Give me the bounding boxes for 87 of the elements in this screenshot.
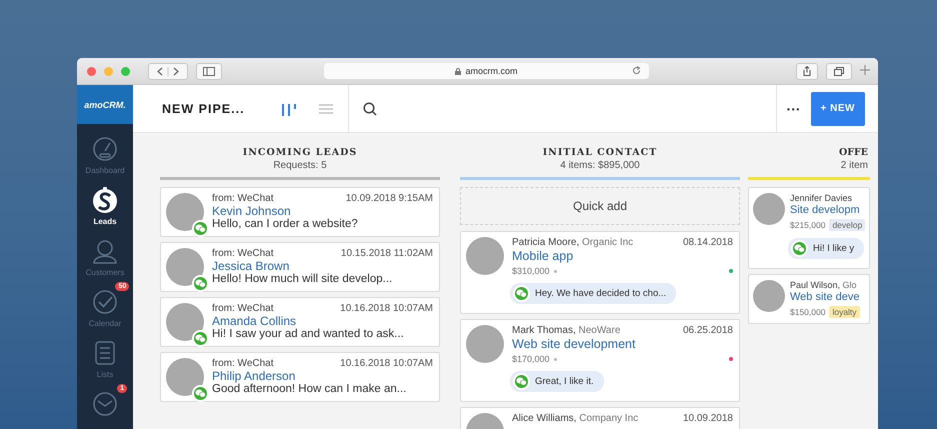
message-bubble: Hey. We have decided to cho...: [510, 283, 676, 304]
lead-card[interactable]: from: WeChat 10.16.2018 10:07AM Philip Anderson Good afternoon! How can I make an...: [160, 352, 440, 402]
message-preview: Hello! How much will site develop...: [212, 273, 394, 285]
lead-source: from: WeChat: [212, 248, 274, 259]
pipeline-title[interactable]: NEW PIPE...: [162, 102, 270, 116]
lead-source: from: WeChat: [212, 193, 274, 204]
sidebar-item[interactable]: Dashboard: [77, 129, 133, 175]
lead-source: from: WeChat: [212, 303, 274, 314]
deal-date: 10.09.2018: [682, 413, 733, 424]
chat-bubble-icon: [791, 240, 808, 257]
avatar: [466, 237, 504, 275]
deal-card[interactable]: Jennifer Davies Site developm $215,000 develop Hi! I like y: [748, 187, 870, 269]
deal-price: $170,000: [512, 354, 550, 364]
lead-card[interactable]: from: WeChat 10.15.2018 11:02AM Jessica Brown Hello! How much will site develop...: [160, 242, 440, 292]
lead-time: 10.15.2018 11:02AM: [340, 248, 433, 259]
contact-name[interactable]: Philip Anderson: [212, 369, 433, 383]
avatar: [753, 280, 785, 312]
message-bubble: Great, I like it.: [510, 371, 604, 392]
lead-time: 10.16.2018 10:07AM: [340, 303, 433, 314]
deal-card[interactable]: Patricia Moore, Organic Inc 08.14.2018 Mobile app $310,000 Hey. We have decided to cho...: [460, 231, 740, 314]
message-preview: Hello, can I order a website?: [212, 218, 359, 230]
deal-tag: develop: [829, 219, 866, 231]
search-icon[interactable]: [363, 102, 377, 116]
mail-icon: [91, 390, 119, 418]
more-button[interactable]: ···: [786, 100, 801, 116]
chat-bubble-icon: [192, 385, 209, 402]
column-summary: 2 item: [840, 160, 868, 171]
lead-card[interactable]: from: WeChat 10.16.2018 10:07AM Amanda Collins Hi! I saw your ad and wanted to ask...: [160, 297, 440, 347]
deal-price: $215,000: [790, 220, 826, 230]
contact-company: Jennifer Davies: [790, 193, 852, 203]
avatar: [753, 193, 785, 225]
deal-price: $310,000: [512, 266, 550, 276]
sidebar-item[interactable]: Customers: [78, 231, 132, 277]
new-button[interactable]: + NEW: [810, 92, 865, 126]
deal-title[interactable]: Web site deve: [790, 291, 866, 303]
chat-bubble-icon: [192, 220, 209, 237]
lead-time: 10.09.2018 9:15AM: [346, 193, 433, 204]
deal-tag: loyalty: [829, 306, 860, 318]
reload-icon[interactable]: [632, 66, 641, 75]
calendar-icon: [91, 288, 119, 316]
deal-card[interactable]: Mark Thomas, NeoWare 06.25.2018 Web site development $170,000 Great, I like it.: [460, 319, 740, 402]
contact-name[interactable]: Amanda Collins: [212, 314, 433, 328]
chat-bubble-icon: [192, 330, 209, 347]
sidebar-item[interactable]: Leads: [83, 180, 127, 226]
close-icon[interactable]: [87, 66, 96, 76]
deal-date: 06.25.2018: [682, 325, 733, 336]
avatar: [466, 325, 504, 363]
sidebar-icon[interactable]: [196, 62, 222, 80]
deal-title[interactable]: Site developm: [790, 204, 866, 216]
chat-bubble-icon: [513, 285, 530, 302]
deal-title[interactable]: Web site development: [512, 337, 733, 351]
lead-time: 10.16.2018 10:07AM: [340, 358, 433, 369]
sidebar-item[interactable]: Lists: [83, 333, 127, 379]
lead-source: from: WeChat: [212, 358, 274, 369]
contact-name[interactable]: Jessica Brown: [212, 259, 433, 273]
deal-card[interactable]: Alice Williams, Company Inc 10.09.2018: [460, 407, 740, 429]
chat-bubble-icon: [513, 373, 530, 390]
quick-add-button[interactable]: Quick add: [460, 187, 740, 225]
column-summary: Requests: 5: [272, 160, 328, 171]
contact-company: Mark Thomas, NeoWare: [512, 325, 620, 336]
column-title: INITIAL CONTACT: [542, 147, 658, 158]
back-forward-icon[interactable]: [148, 62, 188, 80]
columns-icon[interactable]: [280, 102, 296, 116]
leads-icon: [91, 186, 119, 214]
chat-bubble-icon: [192, 275, 209, 292]
contact-company: Paul Wilson, Glo: [790, 280, 857, 290]
dashboard-icon: [90, 135, 119, 163]
message-preview: Hi! I saw your ad and wanted to ask...: [212, 328, 405, 340]
lead-card[interactable]: from: WeChat 10.09.2018 9:15AM Kevin Johnson Hello, can I order a website?: [160, 187, 440, 237]
contact-company: Patricia Moore, Organic Inc: [512, 237, 634, 248]
contact-company: Alice Williams, Company Inc: [512, 413, 638, 424]
message-bubble: Hi! I like y: [788, 238, 864, 259]
deal-date: 08.14.2018: [682, 237, 733, 248]
deal-price: $150,000: [790, 307, 826, 317]
tabs-icon[interactable]: [826, 62, 852, 80]
column-title: OFFE: [838, 147, 868, 158]
column-title: INCOMING LEADS: [242, 147, 358, 158]
address-bar[interactable]: amocrm.com: [324, 63, 649, 79]
deal-title[interactable]: Mobile app: [512, 249, 733, 263]
logo[interactable]: amoCRM.: [77, 85, 133, 124]
share-icon[interactable]: [796, 62, 818, 80]
url-text: amocrm.com: [465, 66, 518, 76]
message-preview: Good afternoon! How can I make an...: [212, 383, 408, 395]
lock-icon: [455, 68, 462, 74]
contact-name[interactable]: Kevin Johnson: [212, 204, 433, 218]
column-summary: 4 items: $895,000: [559, 160, 641, 171]
deal-card[interactable]: Paul Wilson, Glo Web site deve $150,000 loyalty: [748, 274, 870, 324]
